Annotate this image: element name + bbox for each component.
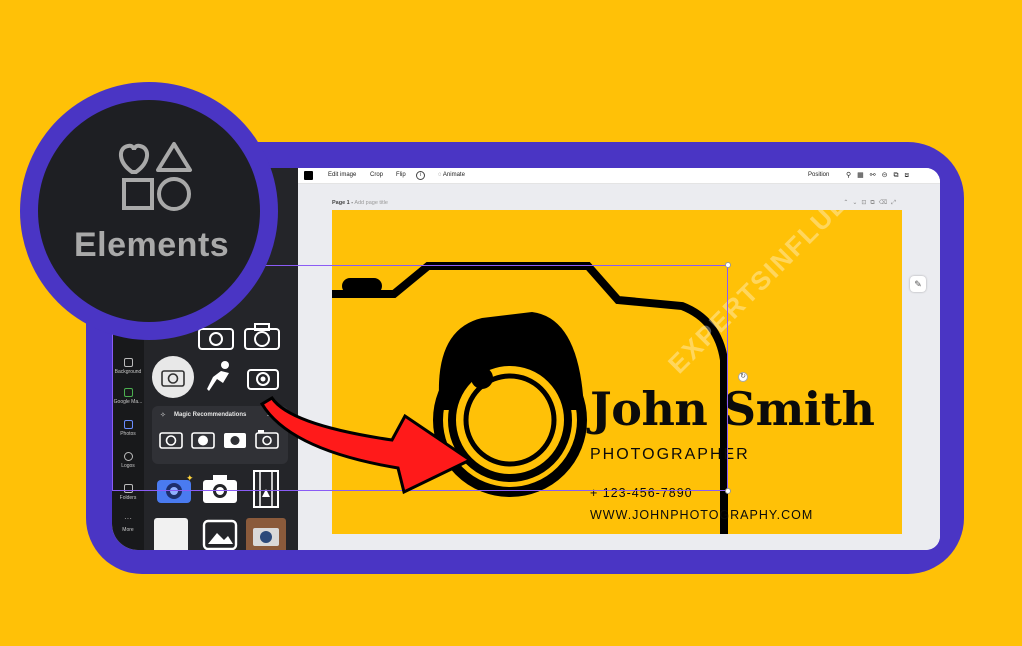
elements-label: Elements xyxy=(74,226,230,264)
elements-shapes-icon xyxy=(119,142,192,211)
